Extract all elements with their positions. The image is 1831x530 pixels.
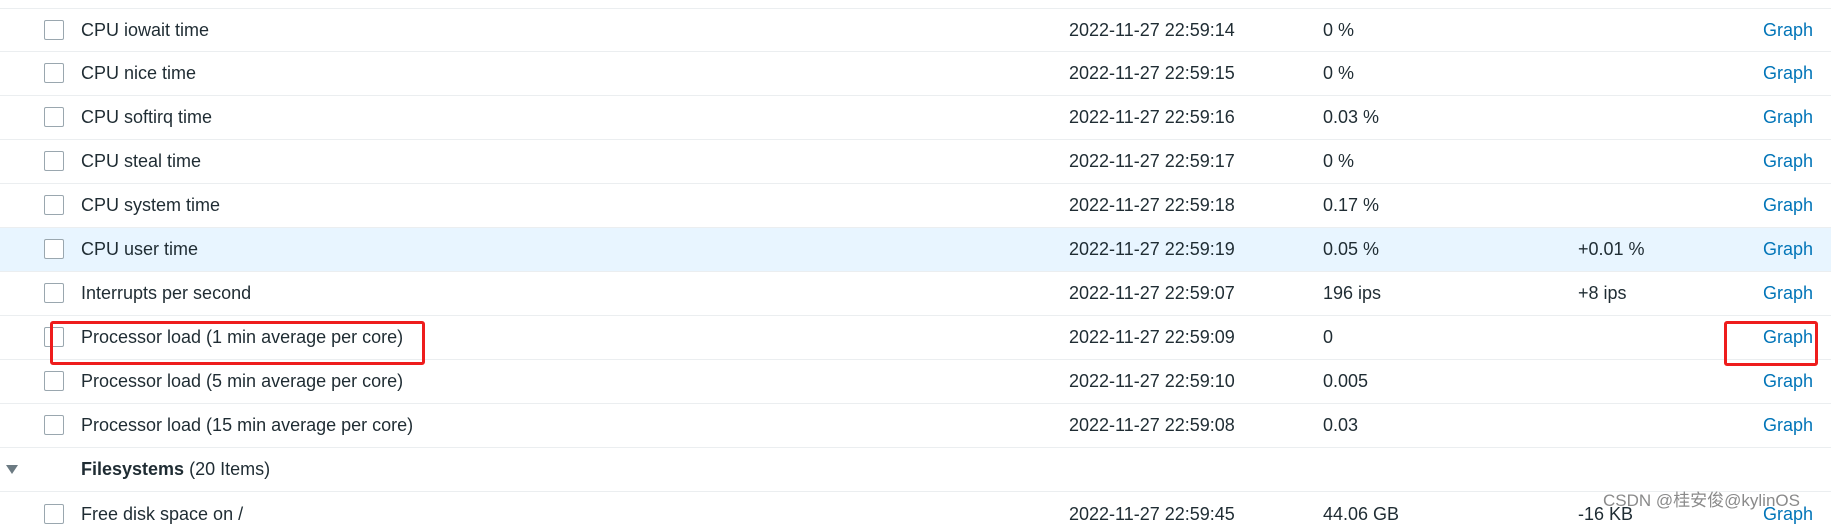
row-checkbox[interactable] [44,195,64,215]
table-row: CPU steal time 2022-11-27 22:59:17 0 % G… [0,140,1831,184]
row-checkbox[interactable] [44,283,64,303]
item-name: CPU softirq time [81,107,213,127]
graph-link[interactable]: Graph [1763,20,1813,41]
table-row-hovered: CPU user time 2022-11-27 22:59:19 0.05 %… [0,228,1831,272]
last-value: 0 % [1323,151,1355,171]
last-value: 0.03 [1323,415,1359,435]
group-header-filesystems[interactable]: Filesystems (20 Items) [0,448,1831,492]
last-check-time: 2022-11-27 22:59:09 [1069,327,1235,347]
change-value: +8 ips [1578,283,1627,303]
item-name: Interrupts per second [81,283,252,303]
item-name: Processor load (5 min average per core) [81,371,404,391]
graph-link[interactable]: Graph [1763,63,1813,84]
table-row: Interrupts per second 2022-11-27 22:59:0… [0,272,1831,316]
row-checkbox[interactable] [44,327,64,347]
graph-link[interactable]: Graph [1763,283,1813,304]
last-value: 0.005 [1323,371,1369,391]
row-checkbox[interactable] [44,20,64,40]
last-value: 0.17 % [1323,195,1380,215]
last-check-time: 2022-11-27 22:59:45 [1069,504,1235,524]
watermark-text: CSDN @桂安俊@kylinOS [1603,491,1800,510]
table-row-partial: Free disk space on / 2022-11-27 22:59:45… [0,500,1831,530]
last-check-time: 2022-11-27 22:59:18 [1069,195,1235,215]
item-name: Free disk space on / [81,504,244,524]
graph-link[interactable]: Graph [1763,107,1813,128]
graph-link[interactable]: Graph [1763,371,1813,392]
row-checkbox[interactable] [44,504,64,524]
group-name: Filesystems [81,459,185,479]
item-name: CPU system time [81,195,221,215]
table-row: CPU softirq time 2022-11-27 22:59:16 0.0… [0,96,1831,140]
table-row: Processor load (15 min average per core)… [0,404,1831,448]
latest-data-table: CPU iowait time 2022-11-27 22:59:14 0 % … [0,8,1831,492]
row-checkbox[interactable] [44,63,64,83]
group-item-count: (20 Items) [189,459,271,479]
row-checkbox[interactable] [44,415,64,435]
table-row: Processor load (1 min average per core) … [0,316,1831,360]
last-value: 0 [1323,327,1334,347]
row-checkbox[interactable] [44,151,64,171]
collapse-triangle-icon[interactable] [6,465,18,474]
table-row: CPU system time 2022-11-27 22:59:18 0.17… [0,184,1831,228]
last-value: 0.05 % [1323,239,1380,259]
last-check-time: 2022-11-27 22:59:10 [1069,371,1235,391]
last-value: 44.06 GB [1323,504,1400,524]
last-check-time: 2022-11-27 22:59:16 [1069,107,1235,127]
graph-link[interactable]: Graph [1763,327,1813,348]
item-name: CPU iowait time [81,20,210,40]
item-name: CPU nice time [81,63,197,83]
graph-link[interactable]: Graph [1763,151,1813,172]
graph-link[interactable]: Graph [1763,415,1813,436]
last-value: 196 ips [1323,283,1382,303]
last-check-time: 2022-11-27 22:59:07 [1069,283,1235,303]
item-name: Processor load (1 min average per core) [81,327,404,347]
change-value: +0.01 % [1578,239,1645,259]
table-row: Processor load (5 min average per core) … [0,360,1831,404]
last-check-time: 2022-11-27 22:59:08 [1069,415,1235,435]
last-value: 0 % [1323,20,1355,40]
row-checkbox[interactable] [44,239,64,259]
item-name: Processor load (15 min average per core) [81,415,414,435]
row-checkbox[interactable] [44,371,64,391]
item-name: CPU user time [81,239,199,259]
last-check-time: 2022-11-27 22:59:14 [1069,20,1235,40]
last-check-time: 2022-11-27 22:59:15 [1069,63,1235,83]
item-name: CPU steal time [81,151,202,171]
last-check-time: 2022-11-27 22:59:17 [1069,151,1235,171]
last-check-time: 2022-11-27 22:59:19 [1069,239,1235,259]
last-value: 0.03 % [1323,107,1380,127]
group-title: Filesystems (20 Items) [81,459,270,480]
last-value: 0 % [1323,63,1355,83]
table-row: CPU iowait time 2022-11-27 22:59:14 0 % … [0,8,1831,52]
row-checkbox[interactable] [44,107,64,127]
graph-link[interactable]: Graph [1763,195,1813,216]
table-row: CPU nice time 2022-11-27 22:59:15 0 % Gr… [0,52,1831,96]
graph-link[interactable]: Graph [1763,239,1813,260]
